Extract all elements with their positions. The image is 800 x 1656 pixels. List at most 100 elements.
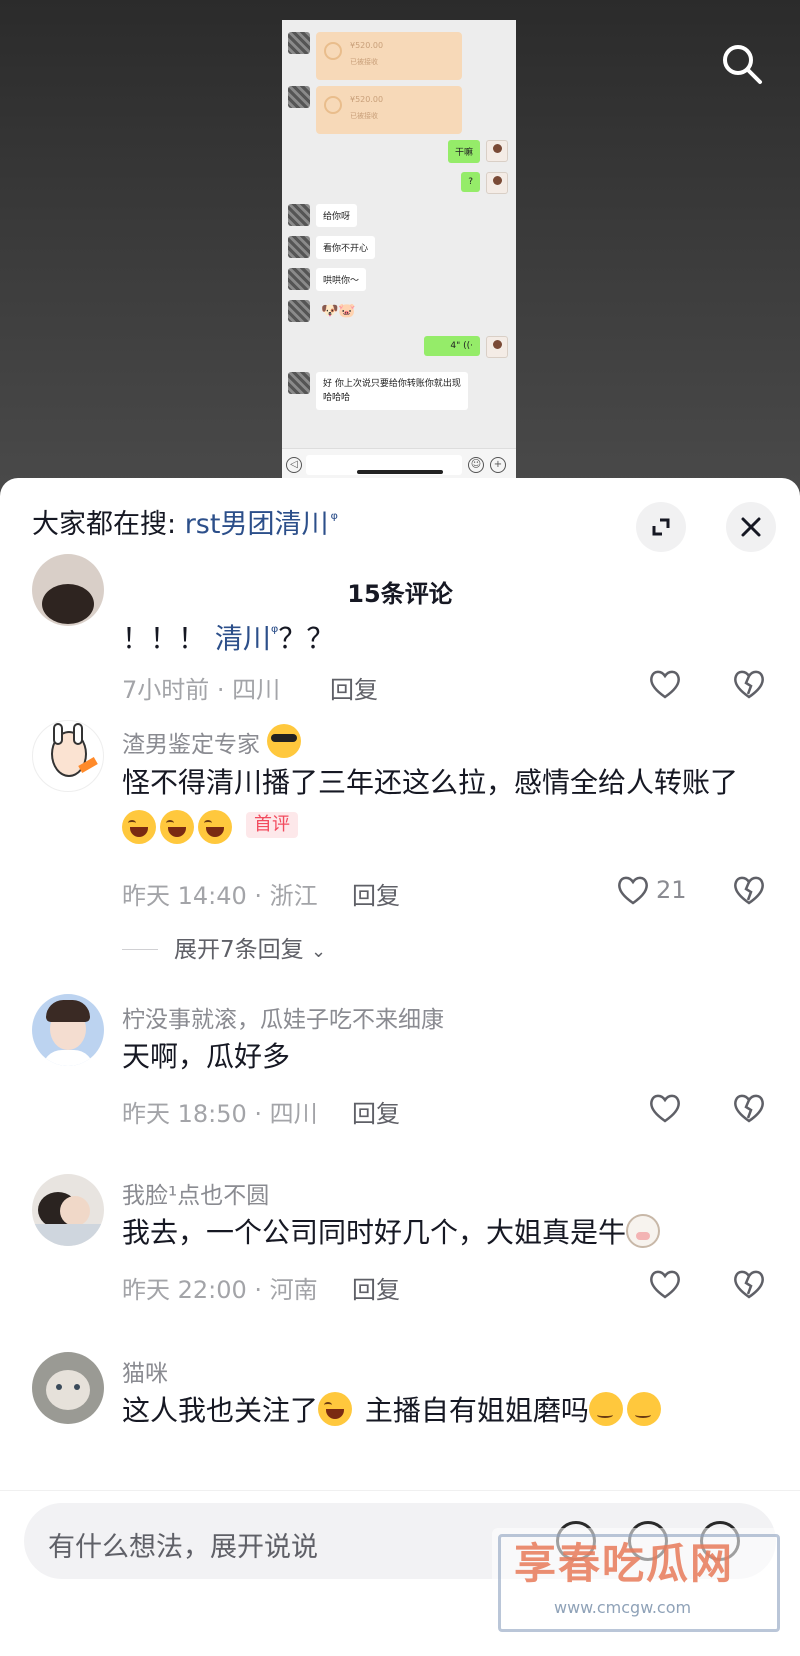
search-icon[interactable] — [718, 40, 766, 88]
sender-avatar — [288, 268, 310, 290]
chevron-down-icon: ⌄ — [310, 941, 327, 962]
transfer-amount: ¥520.00 — [350, 95, 384, 104]
transfer-icon — [324, 96, 342, 114]
username[interactable]: 猫咪 — [122, 1354, 168, 1388]
transfer-card: ¥520.00 已被接收 — [316, 32, 462, 80]
expand-sheet-button[interactable] — [636, 502, 686, 552]
like-button[interactable]: 21 — [616, 874, 696, 910]
comment-item: ！！！ 清川ᵠ？？ 7小时前 · 四川 回复 — [0, 554, 800, 726]
reply-button[interactable]: 回复 — [330, 670, 378, 705]
comment-text-part: 怪不得清川播了三年还这么拉，感情全给人转账了 — [122, 766, 739, 799]
close-icon — [741, 517, 761, 537]
reply-button[interactable]: 回复 — [352, 1270, 400, 1305]
comment-meta: 7小时前 · 四川 — [122, 676, 281, 704]
broken-heart-icon — [734, 670, 764, 699]
reply-button[interactable]: 回复 — [352, 876, 400, 911]
message-bubble: 好 你上次说只要给你转账你就出现 哈哈哈 — [316, 372, 468, 410]
like-button[interactable] — [648, 1092, 688, 1128]
comment-meta: 昨天 14:40 · 浙江 — [122, 882, 318, 910]
self-avatar — [486, 140, 508, 162]
expand-replies-button[interactable]: 展开7条回复 ⌄ — [122, 930, 326, 964]
comment-sheet: 大家都在搜: rst男团清川 ᵠ 15条评论 ！！！ 清川ᵠ？？ 7小时前 · 四… — [0, 478, 800, 1656]
close-button[interactable] — [726, 502, 776, 552]
comment-text: 天啊，瓜好多 — [122, 1040, 291, 1073]
comment-text-part: 这人我也关注了 — [122, 1394, 319, 1427]
username[interactable]: 渣男鉴定专家 — [122, 724, 305, 759]
expand-replies-label: 展开7条回复 — [174, 937, 304, 963]
self-avatar — [486, 172, 508, 194]
avatar[interactable] — [32, 994, 104, 1066]
comment-text: 我去，一个公司同时好几个，大姐真是牛 — [122, 1210, 762, 1256]
heart-icon — [650, 670, 680, 699]
chat-input-bar: ◁ ☺ + — [282, 448, 516, 480]
comment-item: 柠没事就滚，瓜娃子吃不来细康 天啊，瓜好多 昨天 18:50 · 四川 回复 — [0, 994, 800, 1146]
hot-search-label: 大家都在搜: — [32, 509, 185, 540]
heart-icon — [618, 876, 648, 905]
like-button[interactable] — [648, 1268, 688, 1304]
username[interactable]: 我脸¹点也不圆 — [122, 1176, 269, 1210]
reply-button[interactable]: 回复 — [352, 1094, 400, 1129]
comment-item: 我脸¹点也不圆 我去，一个公司同时好几个，大姐真是牛 昨天 22:00 · 河南… — [0, 1172, 800, 1322]
smirk-emoji-icon — [626, 1392, 661, 1426]
avatar[interactable] — [32, 1174, 104, 1246]
dislike-button[interactable] — [732, 1092, 772, 1128]
sender-avatar — [288, 204, 310, 226]
watermark-title: 享春吃瓜网 — [514, 1539, 735, 1588]
dislike-button[interactable] — [732, 1268, 772, 1304]
watermark-url: www.cmcgw.com — [554, 1598, 692, 1617]
expand-icon — [652, 518, 670, 536]
mention-link[interactable]: 清川 — [215, 622, 271, 655]
broken-heart-icon — [734, 1270, 764, 1299]
comment-item: 猫咪 这人我也关注了 主播自有姐姐磨吗 — [0, 1350, 800, 1490]
like-button[interactable] — [648, 668, 688, 704]
transfer-note: 已被接收 — [350, 58, 378, 66]
sender-avatar — [288, 32, 310, 54]
message-bubble: 给你呀 — [316, 204, 358, 227]
comment-text-part: 我去，一个公司同时好几个，大姐真是牛 — [122, 1216, 627, 1249]
rofl-emoji-icon — [318, 1392, 353, 1426]
comment-count-title: 15条评论 — [347, 580, 453, 608]
first-comment-badge: 首评 — [246, 812, 298, 838]
avatar[interactable] — [32, 1352, 104, 1424]
plus-icon: + — [490, 457, 506, 473]
sticker-message: 🐶🐷 — [321, 303, 356, 319]
broken-heart-icon — [734, 1094, 764, 1123]
dislike-button[interactable] — [732, 668, 772, 704]
voice-icon: ◁ — [286, 457, 302, 473]
transfer-amount: ¥520.00 — [350, 41, 384, 50]
search-small-icon: ᵠ — [330, 509, 338, 530]
message-bubble: 干嘛 — [447, 140, 480, 163]
sender-avatar — [288, 86, 310, 108]
laugh-cry-emoji-icon — [122, 810, 156, 844]
avatar[interactable] — [32, 554, 104, 626]
watermark-logo: 享春吃瓜网 www.cmcgw.com — [492, 1528, 792, 1640]
comment-text-part: ！！！ — [122, 622, 215, 655]
chat-screenshot: ¥520.00 已被接收 ¥520.00 已被接收 干嘛 ? 给你呀 看你不开心… — [282, 20, 516, 480]
comment-text-part: ？？ — [278, 622, 335, 655]
message-bubble: 看你不开心 — [316, 236, 376, 259]
username[interactable]: 柠没事就滚，瓜娃子吃不来细康 — [122, 1000, 444, 1034]
comment-text: 这人我也关注了 主播自有姐姐磨吗 — [122, 1388, 762, 1434]
comment-meta: 昨天 22:00 · 河南 — [122, 1276, 318, 1304]
comment-input-placeholder: 有什么想法，展开说说 — [48, 1532, 318, 1563]
avatar[interactable] — [32, 720, 104, 792]
video-area[interactable]: ¥520.00 已被接收 ¥520.00 已被接收 干嘛 ? 给你呀 看你不开心… — [0, 0, 800, 500]
username-text: 渣男鉴定专家 — [122, 732, 260, 758]
heart-icon — [650, 1094, 680, 1123]
emoji-icon: ☺ — [468, 457, 484, 473]
message-bubble: 哄哄你～ — [316, 268, 367, 291]
sender-avatar — [288, 236, 310, 258]
sender-avatar — [288, 300, 310, 322]
comment-meta: 昨天 18:50 · 四川 — [122, 1100, 318, 1128]
laugh-cry-emoji-icon — [160, 810, 194, 844]
message-bubble: ? — [461, 172, 480, 192]
broken-heart-icon — [734, 876, 764, 905]
cool-emoji-icon — [267, 724, 302, 758]
message-line: 好 你上次说只要给你转账你就出现 — [323, 379, 461, 389]
voice-message: 4" ((· — [424, 336, 480, 356]
dislike-button[interactable] — [732, 874, 772, 910]
smirk-emoji-icon — [588, 1392, 623, 1426]
hot-search-keyword[interactable]: rst男团清川 — [185, 509, 329, 540]
hot-search[interactable]: 大家都在搜: rst男团清川 ᵠ — [32, 502, 338, 541]
transfer-note: 已被接收 — [350, 112, 378, 120]
